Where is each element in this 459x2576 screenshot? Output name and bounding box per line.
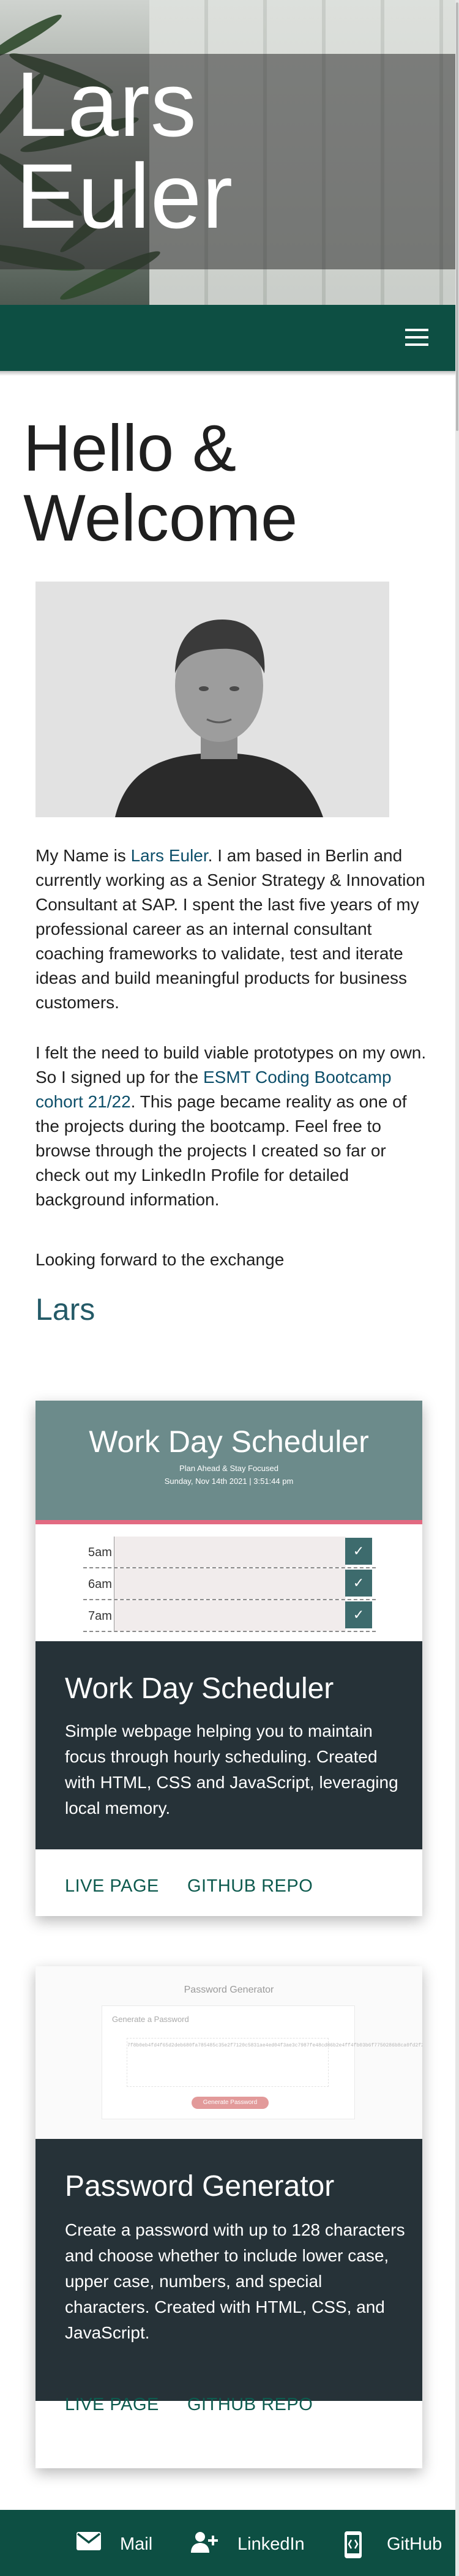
- project-preview-password[interactable]: Password Generator Generate a Password 7…: [35, 1966, 422, 2139]
- save-check-icon: ✓: [345, 1538, 372, 1565]
- scheduler-preview-stripe: [35, 1520, 422, 1524]
- project-preview-scheduler[interactable]: Work Day Scheduler Plan Ahead & Stay Foc…: [35, 1401, 422, 1641]
- hour-label: 7am: [88, 1609, 112, 1623]
- add-user-icon: [191, 2532, 218, 2553]
- welcome-heading: Hello & Welcome: [23, 413, 390, 553]
- hour-slot: [114, 1568, 346, 1599]
- project-card: Work Day Scheduler Plan Ahead & Stay Foc…: [35, 1401, 422, 1916]
- project-card-content: Password Generator Create a password wit…: [35, 2139, 422, 2401]
- intro-paragraph-3: Looking forward to the exchange: [35, 1250, 285, 1269]
- welcome-line-1: Hello &: [23, 411, 237, 485]
- scheduler-preview-date: Sunday, Nov 14th 2021 | 3:51:44 pm: [164, 1477, 294, 1486]
- scheduler-preview-subtitle: Plan Ahead & Stay Focused: [179, 1464, 278, 1473]
- project-card-content: Work Day Scheduler Simple webpage helpin…: [35, 1641, 422, 1849]
- hour-label: 5am: [88, 1546, 112, 1559]
- project-card: Password Generator Generate a Password 7…: [35, 1966, 422, 2468]
- top-navbar: [0, 305, 455, 371]
- footer-mail-link[interactable]: Mail: [76, 2527, 162, 2559]
- hero-title: Lars Euler: [16, 58, 233, 242]
- project-title: Work Day Scheduler: [65, 1672, 334, 1705]
- page: Lars Euler Hello & Welcome My Name is La…: [0, 0, 459, 2576]
- hero-banner: Lars Euler: [0, 0, 455, 305]
- hero-title-last: Euler: [16, 144, 234, 247]
- password-preview: Password Generator Generate a Password 7…: [35, 1966, 422, 2139]
- password-preview-title: Password Generator: [184, 1985, 274, 1995]
- password-preview-box: Generate a Password 7f8b0eb4fd4f65d2deb6…: [102, 2005, 422, 2119]
- project-description: Simple webpage helping you to maintain f…: [65, 1721, 398, 1818]
- project-title: Password Generator: [65, 2170, 335, 2203]
- scrollbar-thumb[interactable]: [456, 2, 458, 431]
- footer-github-link[interactable]: GitHub: [343, 2527, 453, 2559]
- name-link[interactable]: Lars Euler: [131, 846, 208, 865]
- scheduler-hour-row: 7am ✓: [83, 1600, 376, 1632]
- scheduler-preview-header: Work Day Scheduler Plan Ahead & Stay Foc…: [35, 1401, 422, 1520]
- footer-mail-label: Mail: [120, 2534, 153, 2554]
- welcome-line-2: Welcome: [23, 481, 298, 555]
- intro-paragraph-1: My Name is Lars Euler. I am based in Ber…: [35, 844, 427, 1015]
- password-preview-button: Generate Password: [192, 2097, 269, 2109]
- footer-github-label: GitHub: [387, 2534, 442, 2554]
- hamburger-menu-icon[interactable]: [405, 329, 428, 347]
- mail-icon: [76, 2532, 101, 2550]
- hour-slot: [114, 1600, 346, 1631]
- footer-linkedin-link[interactable]: LinkedIn: [190, 2527, 306, 2559]
- github-repo-link[interactable]: GITHUB REPO: [187, 1876, 313, 1896]
- github-phone-icon: [345, 2531, 362, 2558]
- hour-slot: [114, 1537, 346, 1567]
- signoff-name: Lars: [35, 1292, 95, 1327]
- intro-p1-text-b: . I am based in Berlin and currently wor…: [35, 846, 425, 1012]
- password-preview-output: 7f8b0eb4fd4f65d2deb680fa785485c35e2f7120…: [127, 2038, 422, 2087]
- password-preview-box-title: Generate a Password: [112, 2015, 189, 2024]
- portrait-photo: [35, 582, 389, 817]
- live-page-link[interactable]: LIVE PAGE: [65, 2395, 159, 2415]
- footer-linkedin-label: LinkedIn: [237, 2534, 305, 2554]
- save-check-icon: ✓: [345, 1601, 372, 1628]
- live-page-link[interactable]: LIVE PAGE: [65, 1876, 159, 1896]
- save-check-icon: ✓: [345, 1570, 372, 1597]
- portrait-illustration: [35, 582, 389, 817]
- project-description: Create a password with up to 128 charact…: [65, 2220, 405, 2342]
- scheduler-hour-row: 6am ✓: [83, 1568, 376, 1600]
- hero-title-first: Lars: [16, 53, 197, 155]
- scheduler-preview-title: Work Day Scheduler: [89, 1425, 369, 1459]
- navbar-shadow: [0, 371, 455, 376]
- hour-label: 6am: [88, 1578, 112, 1591]
- github-repo-link[interactable]: GITHUB REPO: [187, 2395, 313, 2415]
- intro-paragraph-2: I felt the need to build viable prototyp…: [35, 1041, 427, 1212]
- intro-p1-text-a: My Name is: [35, 846, 131, 865]
- scheduler-hour-row: 5am ✓: [83, 1537, 376, 1568]
